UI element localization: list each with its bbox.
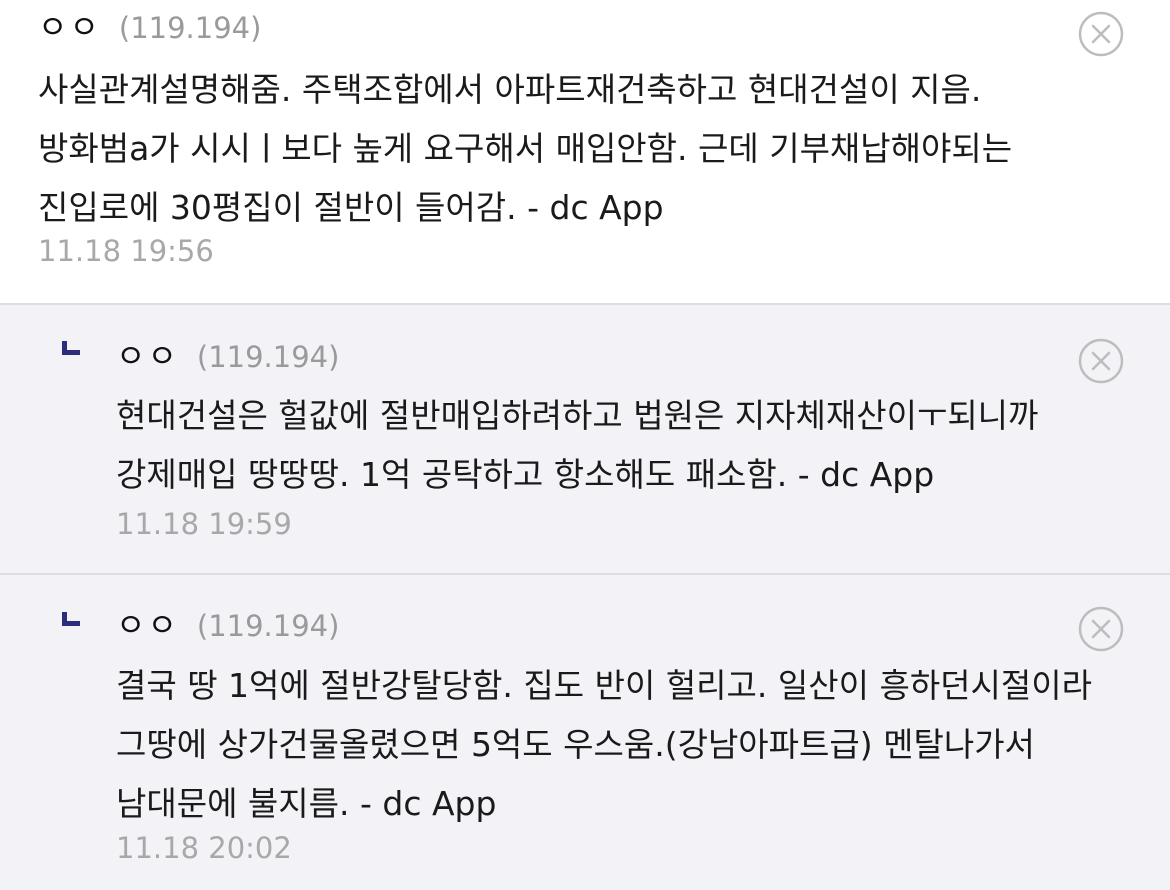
delete-button[interactable] bbox=[1078, 606, 1124, 652]
comment-nickname[interactable]: ㅇㅇ bbox=[116, 331, 179, 377]
close-circle-icon bbox=[1078, 11, 1124, 57]
reply-arrow-icon bbox=[62, 612, 80, 626]
delete-button[interactable] bbox=[1078, 11, 1124, 57]
comment-timestamp: 11.18 19:59 bbox=[116, 507, 292, 541]
comment-text: 현대건설은 헐값에 절반매입하려하고 법원은 지자체재산이ㅜ되니까 강제매입 땅… bbox=[116, 396, 1039, 494]
reply-item: ㅇㅇ (119.194) 현대건설은 헐값에 절반매입하려하고 법원은 지자체재… bbox=[0, 305, 1170, 573]
comment-header: ㅇㅇ (119.194) bbox=[38, 2, 261, 48]
delete-button[interactable] bbox=[1078, 338, 1124, 384]
close-circle-icon bbox=[1078, 338, 1124, 384]
reply-item: ㅇㅇ (119.194) 결국 땅 1억에 절반강탈당함. 집도 반이 헐리고.… bbox=[0, 575, 1170, 890]
comment-nickname[interactable]: ㅇㅇ bbox=[116, 600, 179, 646]
comment-timestamp: 11.18 19:56 bbox=[38, 234, 214, 268]
comment-header: ㅇㅇ (119.194) bbox=[116, 331, 339, 377]
comment-ip: (119.194) bbox=[196, 609, 340, 643]
comment-ip: (119.194) bbox=[118, 11, 262, 45]
comment-text: 결국 땅 1억에 절반강탈당함. 집도 반이 헐리고. 일산이 흥하던시절이라 … bbox=[116, 666, 1092, 823]
close-circle-icon bbox=[1078, 606, 1124, 652]
comment-text: 사실관계설명해줌. 주택조합에서 아파트재건축하고 현대건설이 지음. 방화범a… bbox=[38, 70, 1013, 227]
comment-nickname[interactable]: ㅇㅇ bbox=[38, 2, 101, 48]
comment-header: ㅇㅇ (119.194) bbox=[116, 600, 339, 646]
reply-arrow-icon bbox=[62, 341, 80, 355]
comment-timestamp: 11.18 20:02 bbox=[116, 831, 292, 865]
comment-item: ㅇㅇ (119.194) 사실관계설명해줌. 주택조합에서 아파트재건축하고 현… bbox=[0, 0, 1170, 303]
comment-ip: (119.194) bbox=[196, 340, 340, 374]
